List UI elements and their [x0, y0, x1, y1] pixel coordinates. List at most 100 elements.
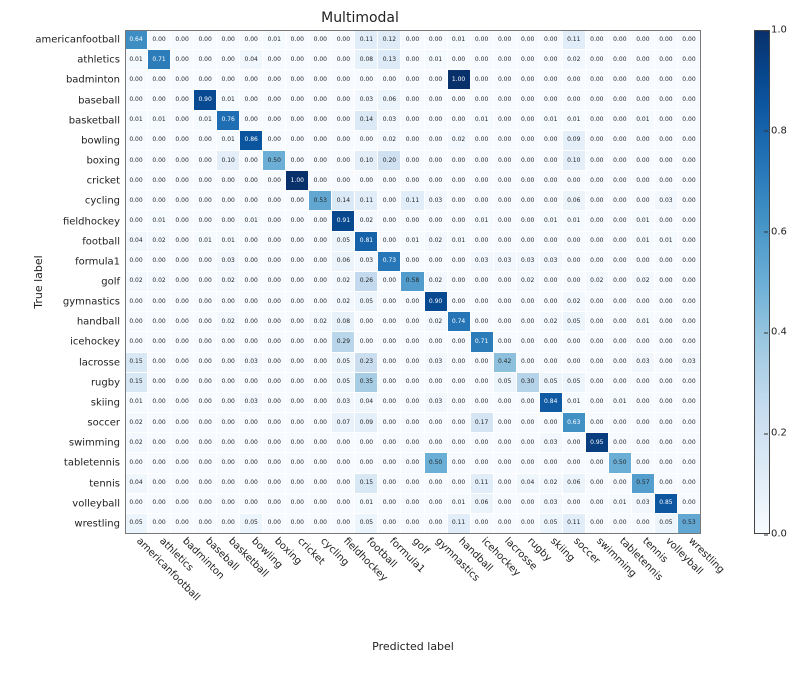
heatmap-cell: 0.00 [171, 171, 194, 191]
heatmap-cell: 0.00 [378, 171, 401, 191]
heatmap-cell: 0.00 [678, 111, 701, 131]
heatmap-cell: 0.00 [586, 292, 609, 312]
heatmap-cell: 0.00 [609, 211, 632, 231]
heatmap-cell: 0.00 [217, 211, 240, 231]
heatmap-cell: 0.00 [517, 332, 540, 352]
heatmap-cell: 0.00 [586, 90, 609, 110]
heatmap-cell: 0.00 [586, 151, 609, 171]
heatmap-cell: 0.05 [540, 373, 563, 393]
heatmap-cell: 0.00 [494, 211, 517, 231]
heatmap-cell: 0.00 [240, 252, 263, 272]
heatmap-cell: 0.00 [678, 433, 701, 453]
heatmap-cell: 0.90 [194, 90, 217, 110]
heatmap-cell: 0.00 [240, 312, 263, 332]
heatmap-cell: 0.00 [401, 413, 424, 433]
heatmap-cell: 0.84 [540, 393, 563, 413]
heatmap-cell: 0.00 [309, 494, 332, 514]
heatmap-cell: 0.00 [194, 373, 217, 393]
heatmap-cell: 0.01 [655, 232, 678, 252]
heatmap-cell: 0.00 [286, 353, 309, 373]
heatmap-cell: 0.00 [286, 433, 309, 453]
heatmap-cell: 0.00 [632, 191, 655, 211]
heatmap-cell: 0.00 [171, 232, 194, 252]
heatmap-cell: 0.00 [378, 232, 401, 252]
heatmap-cell: 0.04 [355, 393, 378, 413]
heatmap-cell: 0.00 [240, 332, 263, 352]
heatmap-cell: 0.00 [332, 433, 355, 453]
heatmap-cell: 0.00 [517, 191, 540, 211]
heatmap-cell: 0.00 [655, 312, 678, 332]
heatmap-cell: 0.00 [148, 252, 171, 272]
heatmap-cell: 0.00 [655, 131, 678, 151]
heatmap-cell: 0.00 [517, 151, 540, 171]
heatmap-cell: 0.00 [678, 453, 701, 473]
heatmap-cell: 0.00 [148, 312, 171, 332]
heatmap-cell: 0.00 [286, 453, 309, 473]
heatmap-cell: 0.00 [217, 433, 240, 453]
heatmap-cell: 0.00 [448, 211, 471, 231]
heatmap-cell: 0.01 [148, 111, 171, 131]
heatmap-cell: 0.00 [171, 514, 194, 534]
heatmap-cell: 0.01 [632, 211, 655, 231]
heatmap-cell: 0.00 [655, 90, 678, 110]
heatmap-cell: 0.00 [471, 272, 494, 292]
heatmap-cell: 0.53 [309, 191, 332, 211]
y-tick-label: lacrosse [79, 357, 120, 368]
heatmap-cell: 0.02 [563, 50, 586, 70]
heatmap-cell: 0.00 [355, 332, 378, 352]
heatmap-cell: 0.00 [401, 433, 424, 453]
heatmap-cell: 0.00 [286, 232, 309, 252]
heatmap-cell: 0.00 [517, 433, 540, 453]
heatmap-cell: 0.00 [471, 50, 494, 70]
heatmap-cell: 0.00 [194, 433, 217, 453]
colorbar-tick: 0.6 [771, 226, 787, 237]
heatmap-cell: 0.11 [355, 30, 378, 50]
y-tick-label: cycling [85, 196, 120, 207]
heatmap-cell: 0.00 [563, 90, 586, 110]
heatmap-cell: 0.03 [425, 191, 448, 211]
heatmap-cell: 0.00 [309, 90, 332, 110]
heatmap-cell: 0.00 [378, 413, 401, 433]
heatmap-cell: 0.00 [425, 111, 448, 131]
heatmap-cell: 0.00 [309, 272, 332, 292]
heatmap-cell: 0.01 [609, 393, 632, 413]
heatmap-cell: 0.00 [355, 453, 378, 473]
heatmap-cell: 0.00 [148, 292, 171, 312]
heatmap-cell: 0.05 [355, 514, 378, 534]
heatmap-cell: 0.00 [332, 171, 355, 191]
heatmap-cell: 0.05 [332, 232, 355, 252]
heatmap-cell: 0.00 [171, 393, 194, 413]
heatmap-cell: 0.03 [632, 494, 655, 514]
heatmap-cell: 0.00 [425, 332, 448, 352]
heatmap-cell: 0.00 [309, 232, 332, 252]
y-tick-label: fieldhockey [63, 216, 120, 227]
heatmap-cell: 0.00 [378, 353, 401, 373]
heatmap-cell: 0.00 [517, 70, 540, 90]
heatmap-cell: 0.10 [217, 151, 240, 171]
heatmap-cell: 0.00 [609, 272, 632, 292]
y-tick-label: icehockey [70, 337, 120, 348]
heatmap-cell: 0.00 [540, 272, 563, 292]
heatmap-cell: 0.00 [217, 474, 240, 494]
heatmap-cell: 0.00 [309, 111, 332, 131]
heatmap-cell: 0.01 [355, 494, 378, 514]
heatmap-cell: 0.00 [586, 474, 609, 494]
heatmap-cell: 0.01 [609, 494, 632, 514]
heatmap-cell: 0.00 [655, 171, 678, 191]
x-tick-labels: americanfootballathleticsbadmintonbaseba… [125, 535, 701, 635]
heatmap-cell: 0.00 [609, 433, 632, 453]
heatmap-cell: 0.00 [425, 211, 448, 231]
heatmap-cell: 0.02 [332, 272, 355, 292]
heatmap-cell: 0.00 [332, 111, 355, 131]
y-tick-label: soccer [87, 418, 120, 429]
heatmap-cell: 0.00 [286, 332, 309, 352]
heatmap-cell: 0.03 [217, 252, 240, 272]
heatmap-cell: 0.00 [378, 292, 401, 312]
heatmap-cell: 0.00 [517, 30, 540, 50]
heatmap-cell: 0.00 [194, 191, 217, 211]
heatmap-cell: 0.00 [609, 332, 632, 352]
heatmap-cell: 0.00 [494, 232, 517, 252]
heatmap-cell: 0.00 [563, 332, 586, 352]
heatmap-cell: 0.00 [609, 373, 632, 393]
heatmap-cell: 0.00 [586, 70, 609, 90]
